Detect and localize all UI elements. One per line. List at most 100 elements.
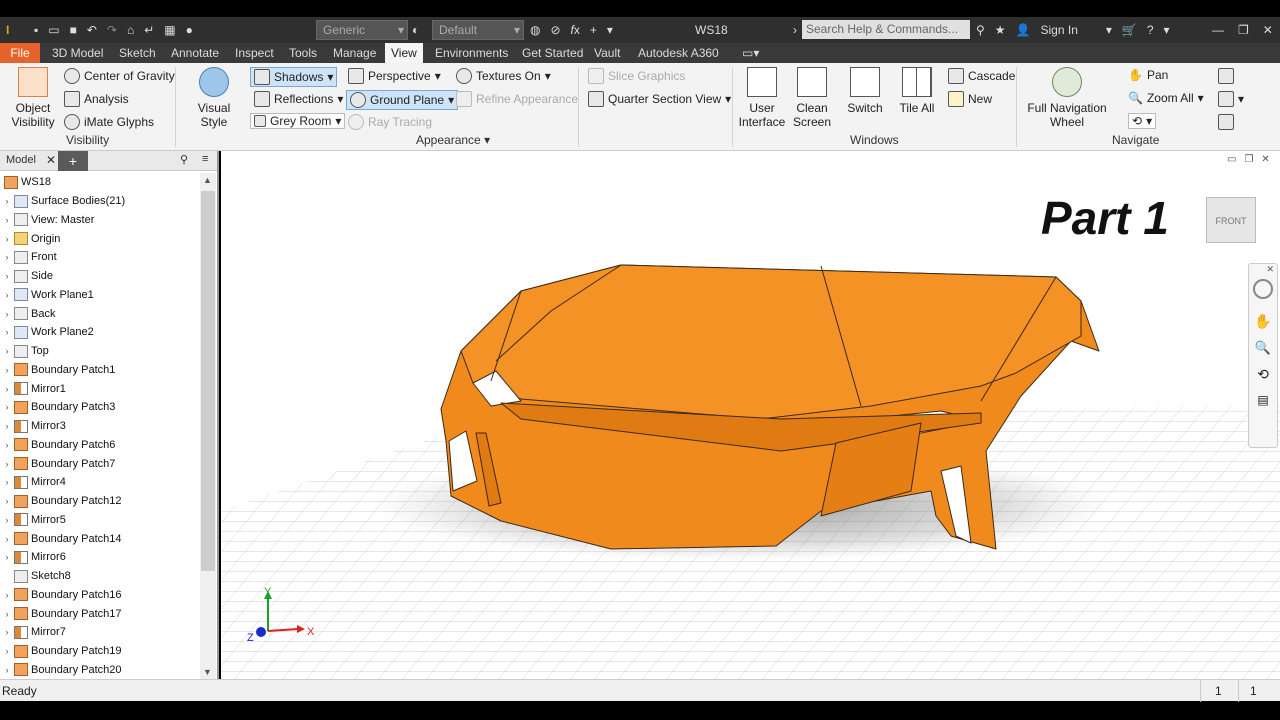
tab-sketch[interactable]: Sketch (113, 43, 162, 63)
tree-item[interactable]: › Side (0, 267, 200, 286)
grey-room-combo[interactable]: Grey Room ▾ (250, 113, 346, 129)
new-window-button[interactable]: New (948, 91, 992, 107)
tab-manage[interactable]: Manage (327, 43, 382, 63)
close-icon[interactable]: ✕ (1249, 264, 1277, 275)
zoom-all-button[interactable]: 🔍 Zoom All ▾ (1128, 91, 1204, 105)
chevron-down-icon[interactable]: ▾ (448, 93, 454, 107)
chevron-right-icon[interactable]: › (0, 290, 14, 300)
cart-icon[interactable]: 🛒 (1122, 23, 1137, 37)
chevron-right-icon[interactable]: › (0, 459, 14, 469)
zoom-icon[interactable]: 🔍 (1249, 340, 1277, 356)
tree-item[interactable]: › Boundary Patch12 (0, 492, 200, 511)
tab-tools[interactable]: Tools (283, 43, 323, 63)
chevron-up-icon[interactable]: ▲ (203, 175, 212, 185)
chevron-right-icon[interactable]: › (0, 477, 14, 487)
update-icon[interactable]: ▦ (164, 23, 175, 37)
imate-glyphs-button[interactable]: iMate Glyphs (64, 114, 154, 130)
chevron-right-icon[interactable]: › (0, 327, 14, 337)
chevron-right-icon[interactable]: › (0, 309, 14, 319)
chevron-right-icon[interactable]: › (0, 252, 14, 262)
tree-item[interactable]: › Boundary Patch1 (0, 361, 200, 380)
tree-item[interactable]: › Mirror1 (0, 379, 200, 398)
appearance-panel-label[interactable]: Appearance ▾ (416, 133, 490, 147)
chevron-down-icon[interactable]: ▾ (1198, 91, 1204, 105)
tree-item[interactable]: › Origin (0, 229, 200, 248)
chevron-right-icon[interactable]: › (0, 365, 14, 375)
tree-item[interactable]: › Surface Bodies(21) (0, 192, 200, 211)
tab-inspect[interactable]: Inspect (229, 43, 280, 63)
tab-view[interactable]: View (385, 43, 423, 63)
ground-plane-button[interactable]: Ground Plane ▾ (346, 90, 459, 110)
color-wheel-icon[interactable]: ◐ (412, 21, 419, 39)
chevron-down-icon[interactable]: ▾ (337, 92, 343, 106)
tab-annotate[interactable]: Annotate (165, 43, 225, 63)
plus-icon[interactable]: + (590, 23, 597, 37)
orbit-button[interactable]: ⟲ ▾ (1128, 113, 1157, 129)
star-icon[interactable]: ★ (995, 23, 1006, 37)
chevron-right-icon[interactable]: › (0, 665, 14, 675)
chevron-down-icon[interactable]: ▾ (725, 92, 731, 106)
chevron-right-icon[interactable]: › (0, 552, 14, 562)
look-at-button[interactable] (1218, 68, 1234, 84)
new-icon[interactable]: ▪ (34, 23, 38, 37)
center-of-gravity-button[interactable]: Center of Gravity (64, 68, 175, 84)
tab-autodesk-a360[interactable]: Autodesk A360 (632, 43, 725, 63)
chevron-right-icon[interactable]: › (0, 215, 14, 225)
appearance-combo[interactable]: Generic ▾ (316, 20, 408, 40)
look-at-icon[interactable]: ▤ (1249, 393, 1277, 407)
return-icon[interactable]: ↵ (144, 23, 154, 37)
search-icon[interactable]: ⚲ (180, 153, 188, 166)
orbit-icon[interactable]: ⟲ (1249, 366, 1277, 383)
chevron-down-icon[interactable]: ▾ (545, 69, 551, 83)
cascade-button[interactable]: Cascade (948, 68, 1015, 84)
tree-item[interactable]: › Mirror6 (0, 548, 200, 567)
chevron-right-icon[interactable]: › (0, 515, 14, 525)
home-icon[interactable]: ⌂ (127, 23, 134, 37)
material-combo[interactable]: Default ▾ (432, 20, 524, 40)
tab-vault[interactable]: Vault (588, 43, 626, 63)
tab-environments[interactable]: Environments (429, 43, 514, 63)
tree-item[interactable]: › Boundary Patch20 (0, 661, 200, 680)
chevron-down-icon[interactable]: ▾ (1106, 23, 1112, 37)
browser-tab-model[interactable]: Model (6, 154, 36, 166)
adjust-icon[interactable]: ◍ (530, 23, 540, 37)
tree-item[interactable]: › Mirror4 (0, 473, 200, 492)
chevron-down-icon[interactable]: ▾ (1238, 92, 1244, 106)
tree-item[interactable]: › Work Plane2 (0, 323, 200, 342)
chevron-right-icon[interactable]: › (0, 196, 14, 206)
app-menu-icon[interactable]: I (6, 21, 9, 39)
analysis-button[interactable]: Analysis (64, 91, 129, 107)
tree-item[interactable]: › Boundary Patch3 (0, 398, 200, 417)
tree-item[interactable]: › View: Master (0, 211, 200, 230)
chevron-right-icon[interactable]: › (0, 534, 14, 544)
chevron-right-icon[interactable]: › (0, 346, 14, 356)
chevron-right-icon[interactable]: › (0, 646, 14, 656)
reflections-button[interactable]: Reflections ▾ (254, 91, 343, 107)
redo-icon[interactable]: ↷ (107, 23, 117, 37)
tree-item[interactable]: › Boundary Patch19 (0, 642, 200, 661)
minimize-icon[interactable]: ▭ (1227, 154, 1236, 165)
chevron-down-icon[interactable]: ▾ (435, 69, 441, 83)
object-visibility-button[interactable]: Object Visibility (8, 67, 58, 129)
chevron-down-icon[interactable]: ▾ (327, 70, 333, 84)
sign-in-link[interactable]: Sign In (1041, 23, 1078, 37)
close-icon[interactable]: ✕ (46, 153, 56, 167)
menu-icon[interactable]: ≡ (202, 153, 208, 165)
chevron-right-icon[interactable]: › (0, 609, 14, 619)
visual-style-button[interactable]: Visual Style (183, 67, 245, 129)
view-cube[interactable]: FRONT (1206, 197, 1256, 243)
restore-icon[interactable]: ❐ (1238, 23, 1249, 37)
hand-icon[interactable]: ✋ (1249, 313, 1277, 330)
close-icon[interactable]: ✕ (1263, 23, 1273, 37)
chevron-right-icon[interactable]: › (0, 496, 14, 506)
home-view-button[interactable] (1218, 114, 1234, 130)
tree-item[interactable]: › Boundary Patch17 (0, 604, 200, 623)
select-icon[interactable]: ● (186, 23, 193, 37)
tree-item[interactable]: Sketch8 (0, 567, 200, 586)
save-icon[interactable]: ■ (70, 23, 77, 37)
tree-item[interactable]: › Boundary Patch7 (0, 454, 200, 473)
tab-get-started[interactable]: Get Started (516, 43, 589, 63)
tree-item[interactable]: › Front (0, 248, 200, 267)
tree-item[interactable]: › Top (0, 342, 200, 361)
tree-item[interactable]: › Mirror3 (0, 417, 200, 436)
